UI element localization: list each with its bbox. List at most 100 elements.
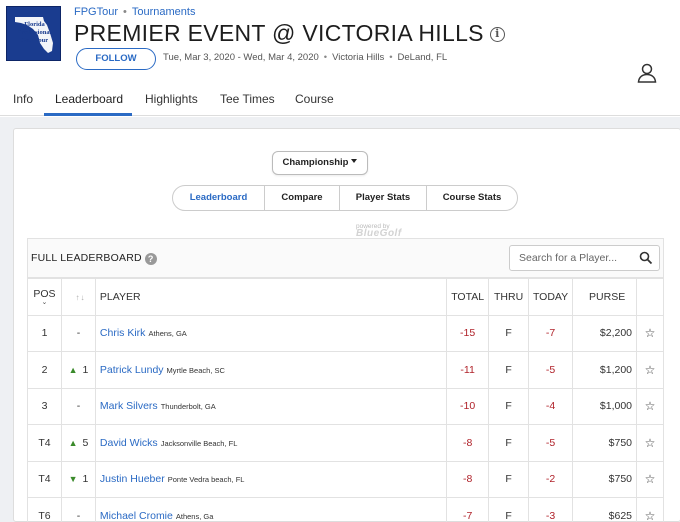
col-today[interactable]: TODAY [528, 278, 574, 316]
tab-tee-times[interactable]: Tee Times [220, 92, 275, 106]
follow-button[interactable]: FOLLOW [76, 48, 156, 70]
event-meta: Tue, Mar 3, 2020 - Wed, Mar 4, 2020 • Vict… [163, 52, 448, 63]
segment-player-stats[interactable]: Player Stats [339, 186, 426, 210]
col-pos-label: POS [33, 287, 56, 300]
row-movement: - [60, 497, 96, 522]
leaderboard-header-row: POS ⌄ ↑↓ PLAYER TOTAL THRU TODAY PURSE [27, 278, 664, 316]
player-name-link[interactable]: David Wicks [100, 437, 158, 449]
page-title: PREMIER EVENT @ VICTORIA HILLS i [74, 20, 505, 47]
row-movement: ▲ 1 [60, 351, 96, 389]
breadcrumb-org[interactable]: FPGTour [74, 6, 118, 18]
row-purse: $625 [572, 497, 638, 522]
table-row[interactable]: 2 ▲ 1 Patrick Lundy Myrtle Beach, SC -11 F… [27, 351, 664, 389]
col-thru[interactable]: THRU [488, 278, 530, 316]
player-hometown: Athens, GA [148, 329, 187, 339]
row-movement-value: - [76, 327, 81, 340]
row-favorite: ☆ [636, 460, 664, 498]
table-row[interactable]: T6 - Michael Cromie Athens, Ga -7 F -3 $6… [27, 497, 664, 522]
row-favorite: ☆ [636, 314, 664, 352]
row-player: David Wicks Jacksonville Beach, FL [94, 424, 448, 462]
row-favorite: ☆ [636, 351, 664, 389]
player-search [509, 245, 660, 271]
segment-leaderboard[interactable]: Leaderboard [173, 186, 264, 210]
player-hometown: Ponte Vedra beach, FL [167, 475, 245, 485]
star-icon[interactable]: ☆ [645, 472, 656, 486]
info-icon[interactable]: i [489, 27, 505, 42]
row-thru: F [488, 387, 530, 425]
tab-course[interactable]: Course [295, 92, 334, 106]
row-movement-value: 5 [82, 436, 89, 449]
breadcrumb-tournaments[interactable]: Tournaments [132, 6, 196, 18]
row-pos: T4 [27, 460, 62, 498]
row-player: Justin Hueber Ponte Vedra beach, FL [94, 460, 448, 498]
division-dropdown[interactable]: Championship [272, 151, 368, 175]
sort-chevron-icon: ⌄ [41, 298, 48, 306]
row-thru: F [488, 314, 530, 352]
row-today: -5 [528, 424, 574, 462]
tab-leaderboard[interactable]: Leaderboard [55, 92, 123, 106]
player-name-link[interactable]: Mark Silvers [100, 400, 158, 412]
col-pos[interactable]: POS ⌄ [27, 278, 62, 316]
row-thru: F [488, 497, 530, 522]
row-total: -11 [446, 351, 490, 389]
row-today: -3 [528, 497, 574, 522]
col-total[interactable]: TOTAL [446, 278, 490, 316]
row-player: Patrick Lundy Myrtle Beach, SC [94, 351, 448, 389]
breadcrumb: FPGTour • Tournaments [74, 6, 195, 18]
row-total: -10 [446, 387, 490, 425]
segment-compare[interactable]: Compare [264, 186, 339, 210]
user-account-icon[interactable] [636, 62, 658, 84]
event-venue[interactable]: Victoria Hills [332, 52, 384, 63]
star-icon[interactable]: ☆ [645, 326, 656, 340]
player-hometown: Myrtle Beach, SC [166, 365, 225, 375]
row-movement: ▲ 5 [60, 424, 96, 462]
event-nav: Info Leaderboard Highlights Tee Times Co… [0, 86, 680, 116]
breadcrumb-separator: • [123, 6, 127, 18]
help-icon[interactable]: ? [144, 253, 157, 265]
row-thru: F [488, 460, 530, 498]
tab-info[interactable]: Info [13, 92, 33, 106]
row-favorite: ☆ [636, 497, 664, 522]
row-today: -7 [528, 314, 574, 352]
player-name-link[interactable]: Justin Hueber [100, 473, 165, 485]
table-row[interactable]: 3 - Mark Silvers Thunderbolt, GA -10 F -4… [27, 387, 664, 425]
leaderboard-table: POS ⌄ ↑↓ PLAYER TOTAL THRU TODAY PURSE 1 … [27, 278, 664, 522]
row-movement-value: 1 [82, 363, 89, 376]
event-header: Florida Professional Golf Tour FPGTour • T… [0, 0, 680, 86]
row-today: -5 [528, 351, 574, 389]
row-movement-value: - [76, 400, 81, 413]
tour-logo[interactable]: Florida Professional Golf Tour [6, 6, 61, 61]
row-movement: - [60, 387, 96, 425]
star-icon[interactable]: ☆ [645, 363, 656, 377]
arrow-up-icon: ▲ [68, 364, 78, 375]
search-icon[interactable] [639, 251, 653, 265]
arrow-down-icon: ▼ [68, 474, 78, 485]
segment-course-stats[interactable]: Course Stats [426, 186, 517, 210]
leaderboard-view-switcher: Leaderboard Compare Player Stats Course … [172, 185, 518, 211]
star-icon[interactable]: ☆ [645, 436, 656, 450]
player-search-input[interactable] [510, 246, 632, 270]
tab-highlights[interactable]: Highlights [145, 92, 198, 106]
row-purse: $750 [572, 424, 638, 462]
player-name-link[interactable]: Chris Kirk [100, 327, 146, 339]
row-today: -4 [528, 387, 574, 425]
event-title: PREMIER EVENT @ VICTORIA HILLS [74, 20, 484, 46]
row-movement: ▼ 1 [60, 460, 96, 498]
row-total: -8 [446, 424, 490, 462]
col-movement[interactable]: ↑↓ [60, 278, 96, 316]
table-row[interactable]: 1 - Chris Kirk Athens, GA -15 F -7 $2,200… [27, 314, 664, 352]
row-purse: $1,000 [572, 387, 638, 425]
row-player: Mark Silvers Thunderbolt, GA [94, 387, 448, 425]
powered-by: powered by BlueGolf [356, 223, 402, 239]
player-name-link[interactable]: Patrick Lundy [100, 364, 164, 376]
row-total: -8 [446, 460, 490, 498]
table-row[interactable]: T4 ▲ 5 David Wicks Jacksonville Beach, FL … [27, 424, 664, 462]
star-icon[interactable]: ☆ [645, 399, 656, 413]
col-purse[interactable]: PURSE [572, 278, 638, 316]
player-name-link[interactable]: Michael Cromie [100, 510, 173, 522]
player-hometown: Jacksonville Beach, FL [160, 438, 238, 448]
table-row[interactable]: T4 ▼ 1 Justin Hueber Ponte Vedra beach, FL… [27, 460, 664, 498]
row-total: -15 [446, 314, 490, 352]
star-icon[interactable]: ☆ [645, 509, 656, 522]
col-player[interactable]: PLAYER [94, 278, 448, 316]
